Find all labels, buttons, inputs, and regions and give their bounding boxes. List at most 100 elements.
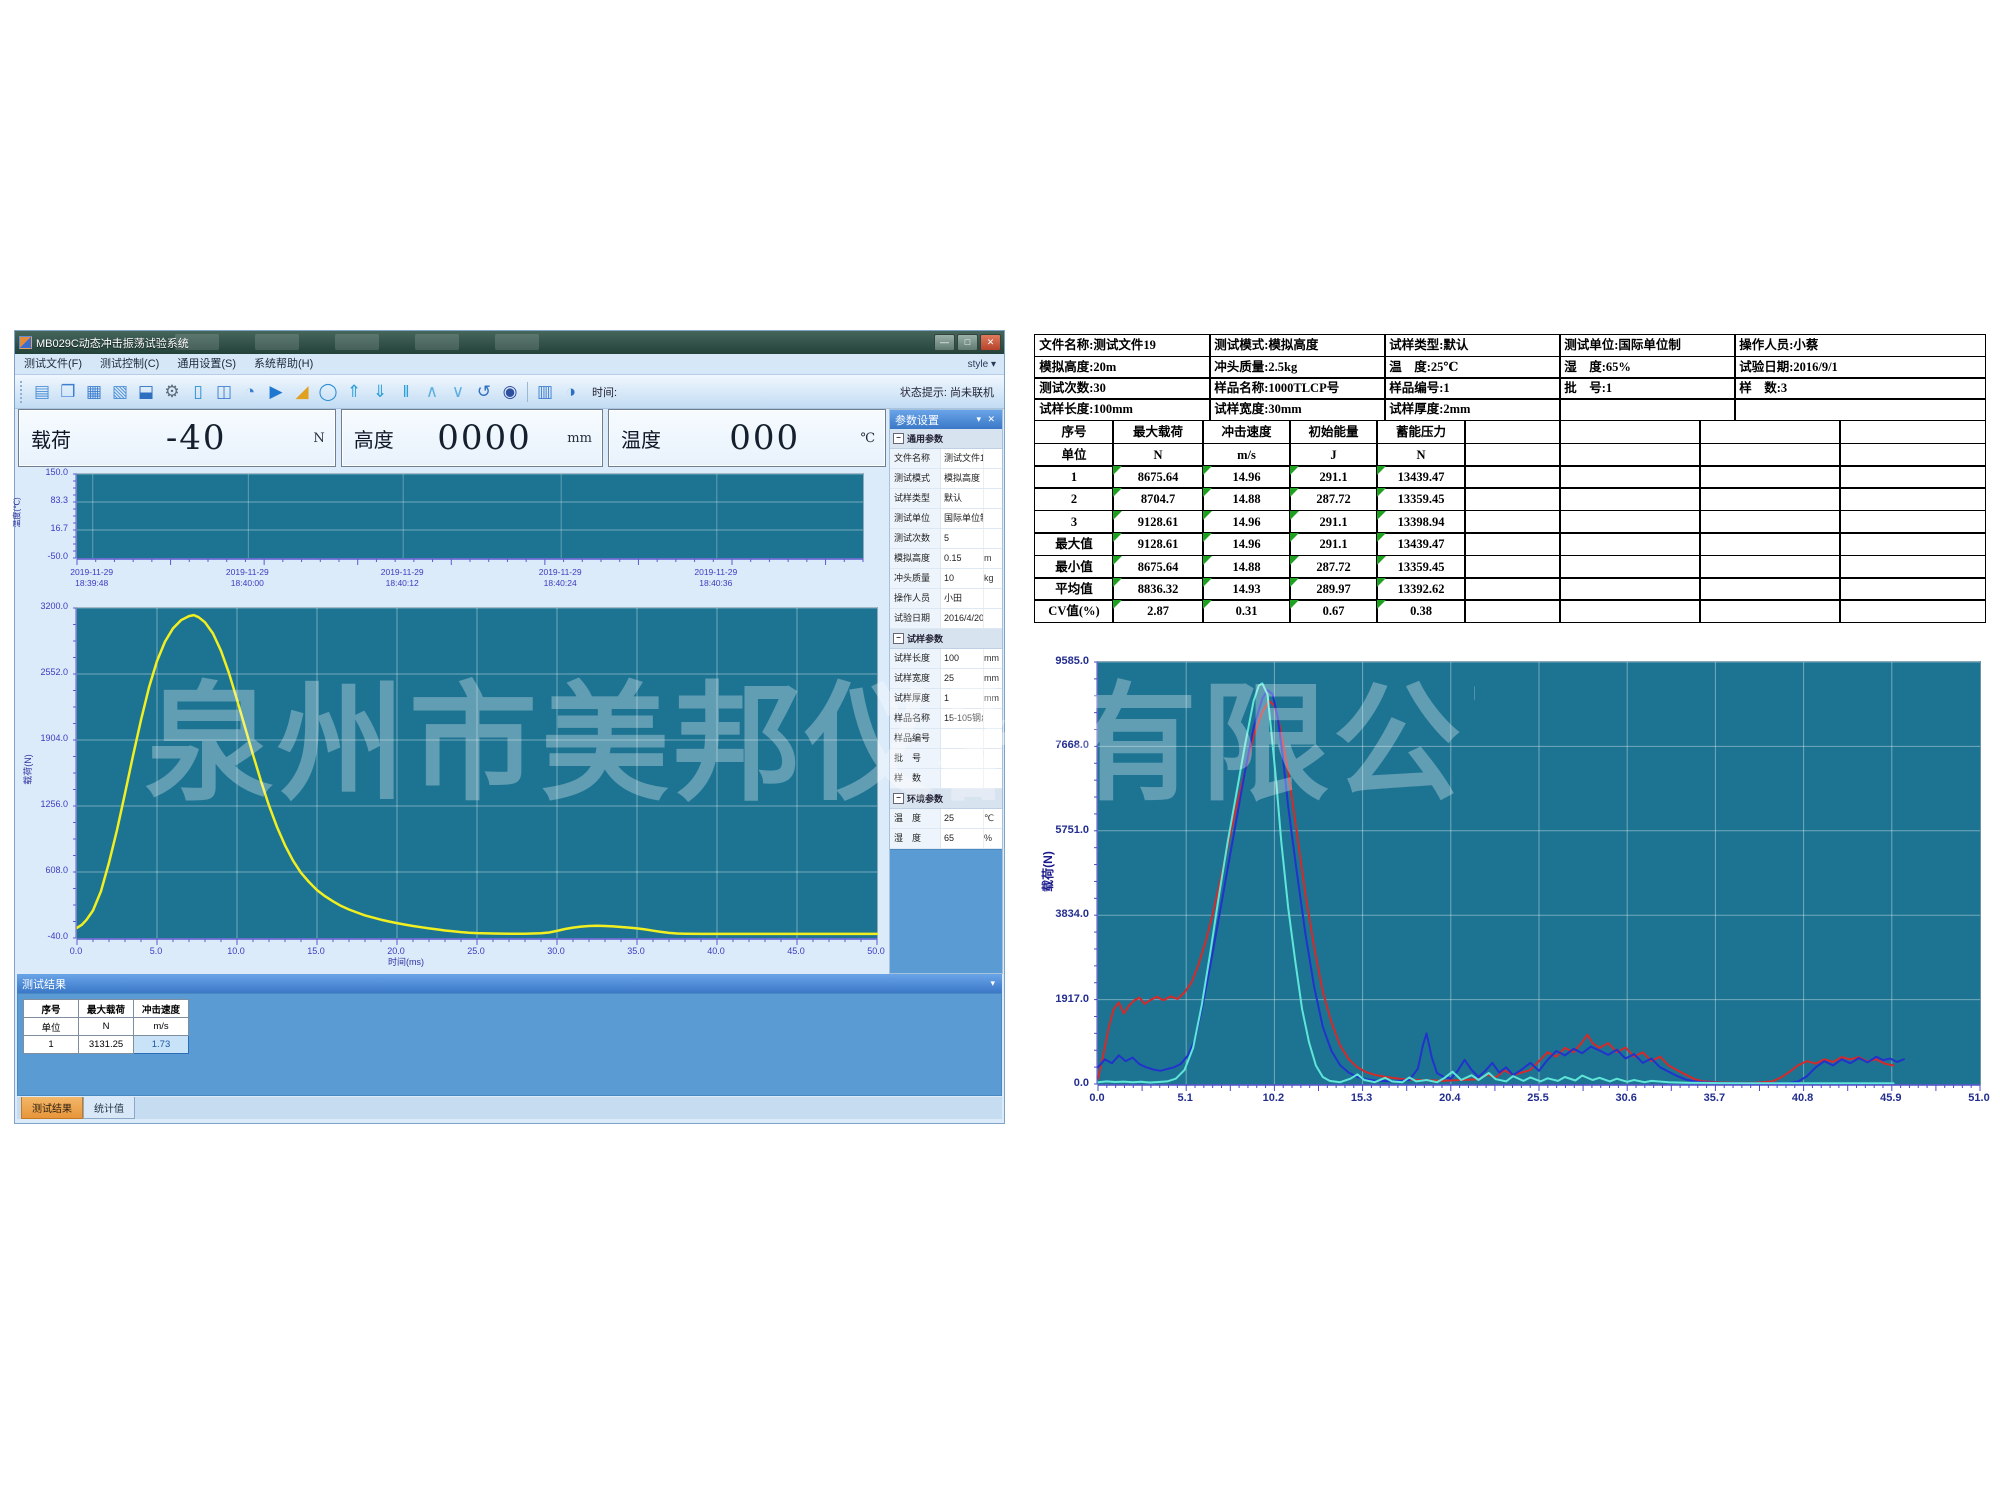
property-group[interactable]: −通用参数	[890, 429, 1002, 449]
green-corner-icon	[1203, 600, 1212, 609]
pin-close-icons[interactable]: ▾ ✕	[976, 414, 997, 425]
report-cell: 291.1	[1289, 532, 1378, 556]
property-unit	[983, 709, 1002, 728]
property-value[interactable]: 0.15	[941, 549, 983, 568]
property-value[interactable]: 小田	[941, 589, 983, 608]
report-cell: 287.72	[1289, 555, 1378, 579]
x-tick-label: 0.0	[53, 946, 99, 956]
y-tick-label: 3200.0	[18, 601, 68, 611]
menu-item[interactable]: 测试文件(F)	[15, 358, 91, 370]
io-card-icon[interactable]: ◫	[212, 380, 236, 404]
property-unit	[983, 749, 1002, 768]
reset-icon[interactable]: ◯	[316, 380, 340, 404]
undo-icon[interactable]: ↺	[472, 380, 496, 404]
property-value[interactable]: 默认	[941, 489, 983, 508]
date-tick-label: 2019-11-2918:39:48	[60, 567, 124, 589]
property-unit: mm	[983, 689, 1002, 708]
menu-item[interactable]: 系统帮助(H)	[245, 358, 322, 370]
property-value[interactable]	[941, 729, 983, 748]
date-line: 2019-11-29	[370, 567, 434, 578]
property-unit	[983, 609, 1002, 628]
property-value[interactable]	[941, 749, 983, 768]
property-value[interactable]: 模拟高度	[941, 469, 983, 488]
property-unit	[983, 769, 1002, 788]
clean-icon[interactable]: ◢	[290, 380, 314, 404]
load-chart-xlabel: 时间(ms)	[388, 955, 424, 968]
results-header-cell: 序号	[24, 1000, 79, 1018]
gauge-icon[interactable]: ◔	[238, 380, 262, 404]
bottom-tabs: 测试结果统计值	[17, 1097, 1002, 1119]
report-cell: 最大值	[1034, 532, 1114, 556]
results-data-row: 13131.251.73	[24, 1036, 189, 1054]
property-label: 样品编号	[890, 729, 941, 748]
collapse-icon[interactable]: −	[893, 633, 904, 644]
save-icon[interactable]: ▦	[82, 380, 106, 404]
connect-device-icon[interactable]: ⬓	[134, 380, 158, 404]
x-tick-label: 30.6	[1603, 1092, 1649, 1104]
property-label: 试样厚度	[890, 689, 941, 708]
report-cell: 287.72	[1289, 487, 1378, 511]
report-info-cell: 样品名称:1000TLCP号	[1209, 377, 1386, 400]
jog-down-icon[interactable]: ∨	[446, 380, 470, 404]
tab-测试结果[interactable]: 测试结果	[21, 1097, 83, 1119]
minimize-button[interactable]: —	[934, 334, 955, 351]
menu-item[interactable]: 通用设置(S)	[168, 358, 245, 370]
lock-icon[interactable]: ◉	[498, 380, 522, 404]
start-test-icon[interactable]: ▶	[264, 380, 288, 404]
property-value[interactable]	[941, 769, 983, 788]
report-info-cell: 批 号:1	[1559, 377, 1736, 400]
parameter-panel-header: 参数设置 ▾ ✕	[890, 410, 1002, 429]
readout-row: 载荷-40N高度0000mm温度000℃	[18, 409, 886, 467]
green-corner-icon	[1290, 556, 1299, 565]
maximize-button[interactable]: □	[957, 334, 978, 351]
property-value[interactable]: 65	[941, 829, 983, 848]
property-value[interactable]: 国际单位制	[941, 509, 983, 528]
pause-icon[interactable]: ‖	[394, 380, 418, 404]
menu-item[interactable]: 测试控制(C)	[91, 358, 168, 370]
report-info-cell	[1559, 398, 1736, 421]
results-pin-icon[interactable]: ▾	[990, 978, 997, 989]
property-value[interactable]: 5	[941, 529, 983, 548]
report-cell: 9128.61	[1112, 532, 1204, 556]
new-file-icon[interactable]: ▤	[30, 380, 54, 404]
report-cell: 序号	[1034, 420, 1114, 444]
move-down-icon[interactable]: ⇓	[368, 380, 392, 404]
green-corner-icon	[1113, 466, 1122, 475]
collapse-icon[interactable]: −	[893, 433, 904, 444]
close-file-icon[interactable]: ▧	[108, 380, 132, 404]
property-value[interactable]: 100	[941, 649, 983, 668]
style-dropdown[interactable]: style ▾	[968, 359, 996, 370]
property-label: 测试模式	[890, 469, 941, 488]
property-value[interactable]: 2016/4/20	[941, 609, 983, 628]
results-panel-title: 测试结果	[22, 976, 66, 992]
property-unit: ℃	[983, 809, 1002, 828]
property-value[interactable]: 25	[941, 669, 983, 688]
move-up-icon[interactable]: ⇑	[342, 380, 366, 404]
report-empty-cell	[1699, 510, 1841, 534]
tab-统计值[interactable]: 统计值	[83, 1097, 135, 1119]
date-tick-label: 2019-11-2918:40:00	[215, 567, 279, 589]
settings-gear-icon[interactable]: ⚙	[160, 380, 184, 404]
open-file-icon[interactable]: ❒	[56, 380, 80, 404]
property-group[interactable]: −环境参数	[890, 789, 1002, 809]
close-button[interactable]: ✕	[980, 334, 1001, 351]
jog-up-icon[interactable]: ∧	[420, 380, 444, 404]
property-value[interactable]: 1	[941, 689, 983, 708]
property-group[interactable]: −试样参数	[890, 629, 1002, 649]
readout-label: 载荷	[19, 424, 79, 453]
collapse-icon[interactable]: −	[893, 793, 904, 804]
property-value[interactable]: 25	[941, 809, 983, 828]
property-value[interactable]: 10	[941, 569, 983, 588]
calibrate-icon[interactable]: ▯	[186, 380, 210, 404]
readout-label: 高度	[342, 424, 402, 453]
power-icon[interactable]: ◑	[559, 380, 583, 404]
readout-label: 温度	[609, 424, 669, 453]
x-tick-label: 10.2	[1250, 1092, 1296, 1104]
property-value[interactable]: 15-105钢丝带	[941, 709, 983, 728]
x-tick-label: 30.0	[533, 946, 579, 956]
green-corner-icon	[1290, 511, 1299, 520]
report-empty-cell	[1464, 510, 1561, 534]
green-corner-icon	[1290, 466, 1299, 475]
property-value[interactable]: 测试文件1	[941, 449, 983, 468]
panel-icon[interactable]: ▥	[533, 380, 557, 404]
